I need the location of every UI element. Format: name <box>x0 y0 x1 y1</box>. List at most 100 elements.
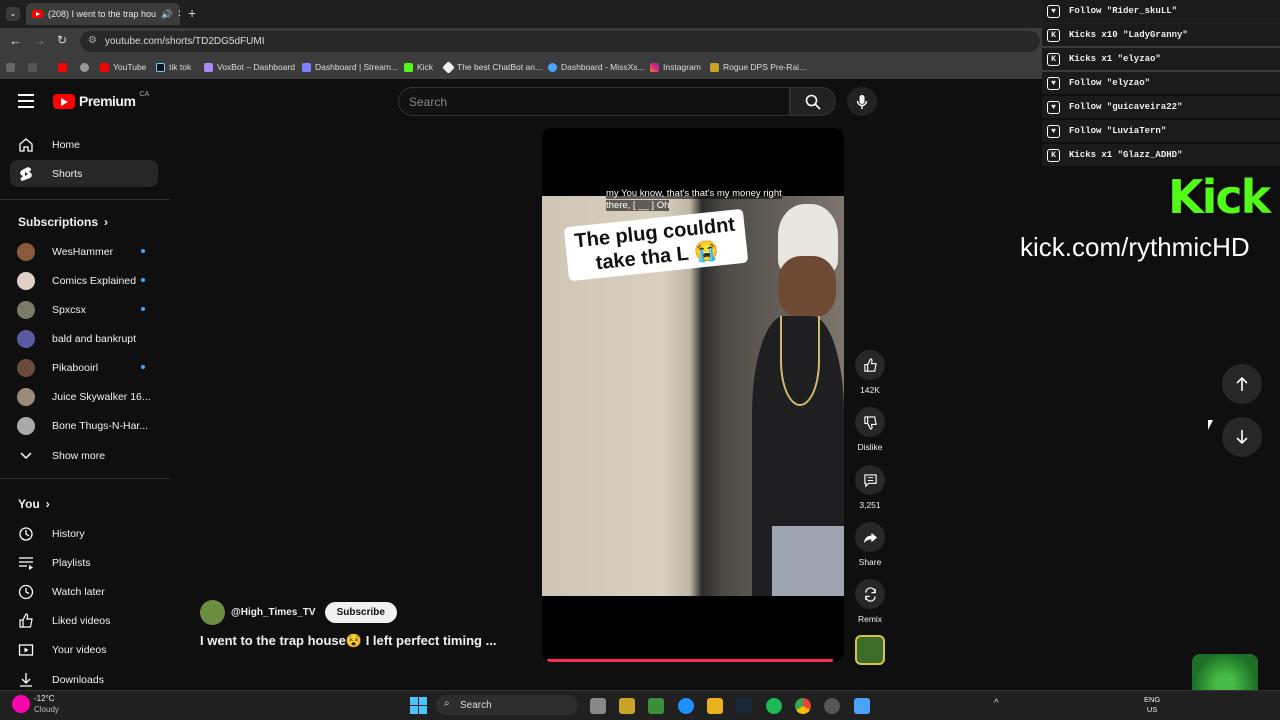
file-explorer-icon[interactable] <box>707 698 723 714</box>
subscribe-button[interactable]: Subscribe <box>324 602 397 623</box>
sidebar-item-downloads[interactable]: Downloads <box>10 666 158 693</box>
search-input[interactable]: Search <box>398 87 790 116</box>
sidebar-item-shorts[interactable]: Shorts <box>10 160 158 187</box>
voice-search-button[interactable] <box>847 87 877 116</box>
thumbs-up-icon <box>863 357 877 372</box>
thumbs-down-icon <box>863 415 877 430</box>
browser-tab[interactable]: (208) I went to the trap hou 🔊 ✕ <box>26 3 180 25</box>
sidebar-item-subscription[interactable]: Comics Explained <box>10 267 158 294</box>
bookmark-missxs[interactable]: Dashboard - MissXs... <box>548 55 645 79</box>
speaker-icon[interactable]: 🔊 <box>161 9 172 20</box>
sidebar-item-watch-later[interactable]: Watch later <box>10 578 158 605</box>
bookmark-tiktok[interactable]: tik tok <box>156 55 191 79</box>
youtube-logo[interactable]: Premium CA <box>53 91 149 109</box>
tab-search-icon[interactable]: ⌄ <box>6 7 20 21</box>
bookmark-youtube[interactable]: YouTube <box>100 55 146 79</box>
site-info-icon[interactable]: ⚙ <box>88 35 97 46</box>
heart-icon: ♥ <box>1047 100 1060 114</box>
edge-icon[interactable] <box>678 698 694 714</box>
like-count: 142K <box>860 385 880 395</box>
search-icon <box>805 94 821 110</box>
notepad-icon[interactable] <box>854 698 870 714</box>
search-button[interactable] <box>790 87 836 116</box>
alert-item: ♥ Follow "elyzao" <box>1042 72 1280 94</box>
kick-logo: Kick <box>1168 170 1271 224</box>
globe-icon[interactable] <box>80 62 89 72</box>
forward-icon[interactable]: → <box>33 33 46 48</box>
youtube-favicon-icon <box>32 10 43 18</box>
short-title[interactable]: I went to the trap house😵 I left perfect… <box>200 633 496 649</box>
like-button[interactable]: 142K <box>852 350 888 395</box>
alert-item: ♥ Follow "Rider_skuLL" <box>1042 0 1280 22</box>
sidebar-item-playlists[interactable]: Playlists <box>10 549 158 576</box>
windows-start-icon[interactable] <box>410 697 427 714</box>
new-content-dot <box>141 278 145 282</box>
apps-icon[interactable] <box>6 62 15 72</box>
previous-short-button[interactable] <box>1222 364 1262 404</box>
history-icon <box>17 525 35 543</box>
game-app-icon[interactable] <box>648 698 664 714</box>
shorts-icon <box>17 165 35 183</box>
close-tab-icon[interactable]: ✕ <box>177 9 180 20</box>
sidebar-item-home[interactable]: Home <box>10 131 158 158</box>
avatar <box>17 387 35 406</box>
channel-name[interactable]: @High_Times_TV <box>231 607 316 618</box>
tray-chevron-up-icon[interactable]: ^ <box>994 698 999 709</box>
new-tab-icon[interactable]: + <box>188 5 196 21</box>
youtube-logo-icon <box>53 93 75 109</box>
remix-button[interactable]: Remix <box>852 579 888 624</box>
youtube-bookmark-icon[interactable] <box>58 62 67 72</box>
sidebar-item-subscription[interactable]: Pikabooirl <box>10 354 158 381</box>
task-view-icon[interactable] <box>590 698 606 714</box>
bookmark-kick[interactable]: Kick <box>404 55 433 79</box>
sidebar-item-liked-videos[interactable]: Liked videos <box>10 607 158 634</box>
new-content-dot <box>141 249 145 253</box>
shorts-video-player[interactable]: my You know, that's that's my money righ… <box>542 128 844 662</box>
sound-button[interactable] <box>852 635 888 665</box>
bookmark-voxbot[interactable]: VoxBot – Dashboard <box>204 55 295 79</box>
back-icon[interactable]: ← <box>9 33 22 48</box>
video-progress-bar[interactable] <box>547 659 834 662</box>
spotify-icon[interactable] <box>766 698 782 714</box>
weather-description: Cloudy <box>34 705 59 714</box>
subscriptions-header[interactable]: Subscriptions › <box>18 215 108 229</box>
taskbar-search-box[interactable]: ⌕ Search <box>436 695 578 715</box>
bookmark-rogue-dps[interactable]: Rogue DPS Pre-Rai... <box>710 55 806 79</box>
wow-app-icon[interactable] <box>619 698 635 714</box>
heart-icon: ♥ <box>1047 76 1060 90</box>
sidebar-item-your-videos[interactable]: Your videos <box>10 636 158 663</box>
grid-icon[interactable] <box>28 62 37 72</box>
weather-icon[interactable] <box>12 695 30 713</box>
sidebar-item-subscription[interactable]: bald and bankrupt <box>10 325 158 352</box>
avatar[interactable] <box>200 600 225 625</box>
steam-icon[interactable] <box>736 698 752 714</box>
heart-icon: ♥ <box>1047 4 1060 18</box>
show-more-button[interactable]: Show more <box>10 442 158 469</box>
address-bar[interactable]: ⚙ youtube.com/shorts/TD2DG5dFUMI <box>80 31 1040 52</box>
new-content-dot <box>141 307 145 311</box>
obs-icon[interactable] <box>824 698 840 714</box>
chrome-icon[interactable] <box>795 698 811 714</box>
avatar <box>17 242 35 261</box>
next-short-button[interactable] <box>1222 417 1262 457</box>
sidebar-item-subscription[interactable]: Spxcsx <box>10 296 158 323</box>
sidebar-item-subscription[interactable]: Bone Thugs-N-Har... <box>10 412 158 439</box>
bookmark-instagram[interactable]: Instagram <box>650 55 701 79</box>
bookmark-chatbot[interactable]: The best ChatBot an... <box>442 55 542 79</box>
video-chain <box>780 316 820 406</box>
sidebar-item-subscription[interactable]: WesHammer <box>10 238 158 265</box>
kick-icon: K <box>1047 28 1060 42</box>
comments-button[interactable]: 3,251 <box>852 465 888 510</box>
sidebar-item-history[interactable]: History <box>10 520 158 547</box>
share-button[interactable]: Share <box>852 522 888 567</box>
language-indicator[interactable]: ENG US <box>1144 695 1160 715</box>
you-header[interactable]: You › <box>18 497 50 511</box>
sidebar-item-subscription[interactable]: Juice Skywalker 16... <box>10 383 158 410</box>
dislike-button[interactable]: Dislike <box>852 407 888 452</box>
menu-icon[interactable] <box>18 94 34 108</box>
remix-label: Remix <box>857 614 883 624</box>
bookmark-streamlabs[interactable]: Dashboard | Stream... <box>302 55 398 79</box>
taskbar-search-label: Search <box>460 699 492 711</box>
reload-icon[interactable]: ↻ <box>57 33 67 47</box>
stream-alert-feed: ♥ Follow "Rider_skuLL" K Kicks x10 "LadyGr… <box>1042 0 1280 166</box>
